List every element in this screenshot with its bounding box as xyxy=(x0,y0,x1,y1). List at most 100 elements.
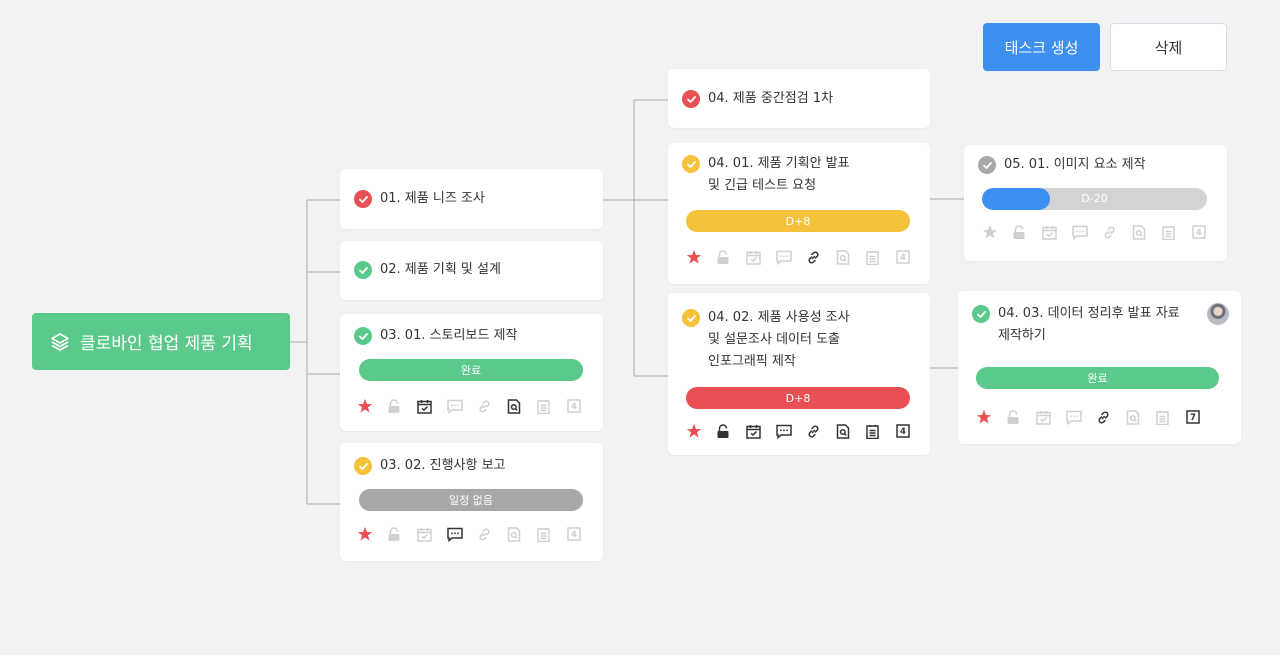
count-icon[interactable]: 4 xyxy=(896,247,926,267)
count-icon[interactable]: 4 xyxy=(567,524,597,544)
task-title: 02. 제품 기획 및 설계 xyxy=(380,259,501,281)
lock-icon[interactable] xyxy=(1006,407,1036,427)
comment-icon[interactable] xyxy=(1072,222,1102,242)
status-check-icon[interactable] xyxy=(354,190,372,208)
create-task-button[interactable]: 태스크 생성 xyxy=(983,23,1100,71)
file-search-icon[interactable] xyxy=(1126,407,1156,427)
task-card[interactable]: 03. 01. 스토리보드 제작완료 4 xyxy=(340,314,603,431)
note-icon[interactable] xyxy=(866,247,896,267)
comment-icon[interactable] xyxy=(776,247,806,267)
file-search-icon[interactable] xyxy=(1132,222,1162,242)
status-check-icon[interactable] xyxy=(354,457,372,475)
status-check-icon[interactable] xyxy=(682,155,700,173)
note-icon[interactable] xyxy=(537,524,567,544)
task-card[interactable]: 04. 01. 제품 기획안 발표및 긴급 테스트 요청 D+8 4 xyxy=(668,143,930,284)
root-project-node[interactable]: 클로바인 협업 제품 기획 xyxy=(32,313,290,370)
calendar-icon[interactable] xyxy=(746,247,776,267)
task-title: 05. 01. 이미지 요소 제작 xyxy=(1004,154,1146,176)
task-action-icons: 4 xyxy=(982,222,1222,242)
task-title-line: 01. 제품 니즈 조사 xyxy=(380,191,485,206)
star-icon[interactable] xyxy=(686,247,716,267)
count-icon[interactable]: 4 xyxy=(1192,222,1222,242)
status-check-icon[interactable] xyxy=(682,90,700,108)
root-project-label: 클로바인 협업 제품 기획 xyxy=(80,334,253,354)
comment-icon[interactable] xyxy=(1066,407,1096,427)
svg-text:4: 4 xyxy=(1196,228,1202,238)
task-card[interactable]: 04. 02. 제품 사용성 조사 및 설문조사 데이터 도출 인포그래픽 제작 D+… xyxy=(668,293,930,455)
note-icon[interactable] xyxy=(1162,222,1192,242)
task-title: 03. 02. 진행사항 보고 xyxy=(380,455,506,477)
file-search-icon[interactable] xyxy=(507,396,537,416)
task-title-row: 02. 제품 기획 및 설계 xyxy=(354,261,501,281)
task-action-icons: 4 xyxy=(686,247,926,267)
schedule-status-bar: 완료 xyxy=(976,367,1219,389)
task-title: 03. 01. 스토리보드 제작 xyxy=(380,325,517,347)
task-card[interactable]: 04. 03. 데이터 정리후 발표 자료 제작하기완료 7 xyxy=(958,291,1241,444)
note-icon[interactable] xyxy=(537,396,567,416)
link-icon[interactable] xyxy=(477,524,507,544)
task-card[interactable]: 05. 01. 이미지 요소 제작 D-20 4 xyxy=(964,145,1227,261)
task-action-icons: 4 xyxy=(357,524,597,544)
task-title: 04. 02. 제품 사용성 조사 및 설문조사 데이터 도출 인포그래픽 제작 xyxy=(708,307,850,373)
schedule-status-bar: 완료 xyxy=(359,359,583,381)
calendar-icon[interactable] xyxy=(417,396,447,416)
status-check-icon[interactable] xyxy=(354,327,372,345)
task-title-line: 및 긴급 테스트 요청 xyxy=(708,178,817,193)
delete-button[interactable]: 삭제 xyxy=(1110,23,1227,71)
task-title: 04. 제품 중간점검 1차 xyxy=(708,88,833,110)
file-search-icon[interactable] xyxy=(507,524,537,544)
file-search-icon[interactable] xyxy=(836,247,866,267)
count-icon[interactable]: 4 xyxy=(896,421,926,441)
calendar-icon[interactable] xyxy=(1042,222,1072,242)
star-icon[interactable] xyxy=(357,524,387,544)
star-icon[interactable] xyxy=(357,396,387,416)
calendar-icon[interactable] xyxy=(746,421,776,441)
link-icon[interactable] xyxy=(806,421,836,441)
comment-icon[interactable] xyxy=(447,524,477,544)
svg-text:4: 4 xyxy=(900,253,906,263)
count-icon[interactable]: 4 xyxy=(567,396,597,416)
schedule-status-bar: D+8 xyxy=(686,210,910,232)
status-check-icon[interactable] xyxy=(972,305,990,323)
task-card[interactable]: 01. 제품 니즈 조사 xyxy=(340,169,603,229)
svg-text:4: 4 xyxy=(900,427,906,437)
calendar-icon[interactable] xyxy=(417,524,447,544)
lock-icon[interactable] xyxy=(716,421,746,441)
comment-icon[interactable] xyxy=(447,396,477,416)
star-icon[interactable] xyxy=(976,407,1006,427)
lock-icon[interactable] xyxy=(387,524,417,544)
calendar-icon[interactable] xyxy=(1036,407,1066,427)
status-check-icon[interactable] xyxy=(682,309,700,327)
note-icon[interactable] xyxy=(866,421,896,441)
lock-icon[interactable] xyxy=(716,247,746,267)
task-title-row: 01. 제품 니즈 조사 xyxy=(354,190,485,210)
link-icon[interactable] xyxy=(1102,222,1132,242)
task-card[interactable]: 02. 제품 기획 및 설계 xyxy=(340,241,603,300)
avatar[interactable] xyxy=(1207,303,1229,325)
task-card[interactable]: 04. 제품 중간점검 1차 xyxy=(668,69,930,128)
lock-icon[interactable] xyxy=(1012,222,1042,242)
task-title-line: 인포그래픽 제작 xyxy=(708,354,796,369)
task-title-line: 03. 01. 스토리보드 제작 xyxy=(380,328,518,343)
task-action-icons: 4 xyxy=(357,396,597,416)
file-search-icon[interactable] xyxy=(836,421,866,441)
link-icon[interactable] xyxy=(806,247,836,267)
task-title: 04. 03. 데이터 정리후 발표 자료 제작하기 xyxy=(998,303,1180,347)
task-title: 04. 01. 제품 기획안 발표및 긴급 테스트 요청 xyxy=(708,153,850,197)
task-title-line: 05. 01. 이미지 요소 제작 xyxy=(1004,157,1146,172)
lock-icon[interactable] xyxy=(387,396,417,416)
count-icon[interactable]: 7 xyxy=(1186,407,1216,427)
link-icon[interactable] xyxy=(1096,407,1126,427)
star-icon[interactable] xyxy=(686,421,716,441)
status-check-icon[interactable] xyxy=(354,261,372,279)
task-card[interactable]: 03. 02. 진행사항 보고 일정 없음 4 xyxy=(340,443,603,561)
star-icon[interactable] xyxy=(982,222,1012,242)
status-check-icon[interactable] xyxy=(978,156,996,174)
task-title-row: 03. 01. 스토리보드 제작 xyxy=(354,327,517,347)
task-title-line: 04. 01. 제품 기획안 발표 xyxy=(708,156,850,171)
comment-icon[interactable] xyxy=(776,421,806,441)
task-title-line: 04. 제품 중간점검 1차 xyxy=(708,91,834,106)
note-icon[interactable] xyxy=(1156,407,1186,427)
link-icon[interactable] xyxy=(477,396,507,416)
svg-text:7: 7 xyxy=(1190,413,1196,423)
